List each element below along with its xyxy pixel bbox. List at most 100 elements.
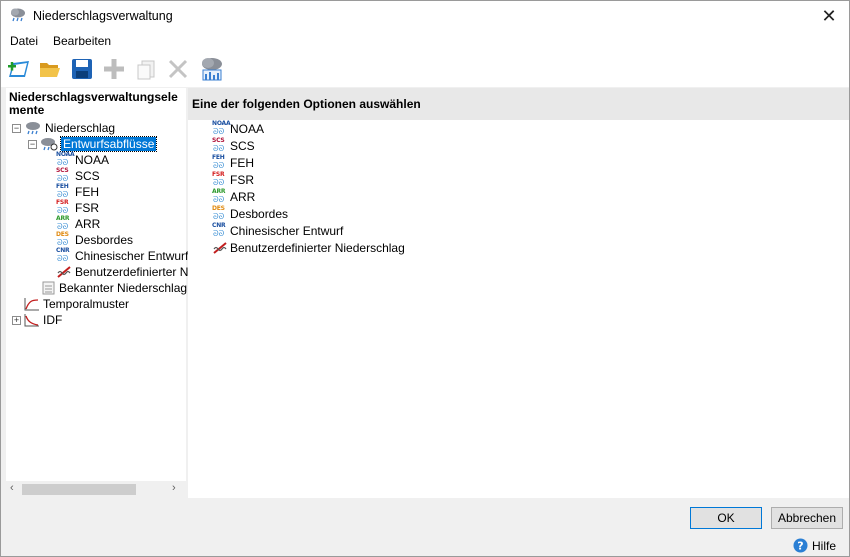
temporal-pattern-icon [24, 298, 39, 311]
expand-idf-icon[interactable]: + [12, 316, 21, 325]
tree-item-bekannter[interactable]: Bekannter Niederschlag [40, 280, 187, 296]
close-icon[interactable]: ✕ [809, 1, 849, 31]
user-defined-rain-icon [213, 241, 227, 254]
tree-header-line2: mente [9, 103, 45, 117]
option-chinesisch[interactable]: CNR ᘐᘐ Chinesischer Entwurf [212, 222, 343, 239]
option-fsr[interactable]: FSR ᘐᘐ FSR [212, 171, 254, 188]
tree-item-label: IDF [43, 313, 63, 327]
chinese-design-icon: CNR ᘐᘐ [212, 221, 226, 238]
tree-item-scs[interactable]: SCS ᘐᘐ SCS [56, 168, 100, 184]
elements-tree-panel: Niederschlagsverwaltungsele mente − Nied… [6, 88, 198, 498]
title-bar: Niederschlagsverwaltung ✕ [1, 1, 849, 31]
precipitation-button[interactable] [198, 55, 226, 83]
fsr-icon: FSR ᘐᘐ [212, 170, 225, 187]
option-label: Benutzerdefinierter Niederschlag [230, 240, 405, 255]
option-label: NOAA [230, 121, 265, 136]
open-button[interactable] [36, 55, 64, 83]
tree-item-label: FEH [75, 185, 99, 199]
help-label: Hilfe [812, 538, 837, 553]
feh-icon: FEH ᘐᘐ [212, 153, 225, 170]
chinese-design-icon: CNR ᘐᘐ [56, 247, 70, 264]
menu-bar: Datei Bearbeiten [1, 31, 849, 51]
options-header: Eine der folgenden Optionen auswählen [188, 88, 849, 120]
feh-icon: FEH ᘐᘐ [56, 183, 69, 200]
help-link[interactable]: ? Hilfe [793, 538, 836, 553]
copy-button[interactable] [132, 55, 160, 83]
help-icon: ? [793, 538, 808, 553]
arr-icon: ARR ᘐᘐ [56, 215, 70, 232]
noaa-icon: NOAA ᘐᘐ [212, 119, 231, 136]
tree-item-label: Chinesischer Entwurf [75, 249, 189, 263]
option-arr[interactable]: ARR ᘐᘐ ARR [212, 188, 255, 205]
option-label: Desbordes [230, 206, 289, 221]
tree-item-chinesisch[interactable]: CNR ᘐᘐ Chinesischer Entwurf [56, 248, 188, 264]
desbordes-icon: DES ᘐᘐ [212, 204, 225, 221]
rain-gauge-icon [202, 58, 222, 81]
tree-item-feh[interactable]: FEH ᘐᘐ FEH [56, 184, 99, 200]
known-rain-icon [42, 281, 55, 295]
new-icon [8, 61, 29, 77]
tree-item-label: NOAA [75, 153, 110, 167]
rain-cloud-icon [9, 7, 27, 26]
add-button[interactable] [100, 55, 128, 83]
idf-curve-icon [24, 314, 39, 327]
tree-item-entwurfsabfluesse[interactable]: Entwurfsabflüsse [40, 136, 158, 152]
option-noaa[interactable]: NOAA ᘐᘐ NOAA [212, 120, 264, 137]
tree-item-label: FSR [75, 201, 99, 215]
tree-item-desbordes[interactable]: DES ᘐᘐ Desbordes [56, 232, 133, 248]
copy-icon [137, 60, 155, 80]
scrollbar-thumb[interactable] [22, 484, 136, 495]
tree-item-label: Bekannter Niederschlag [59, 281, 188, 295]
plus-icon [104, 59, 124, 79]
menu-bearbeiten[interactable]: Bearbeiten [53, 34, 111, 48]
arr-icon: ARR ᘐᘐ [212, 187, 226, 204]
delete-button[interactable] [164, 55, 192, 83]
window-title: Niederschlagsverwaltung [33, 9, 173, 23]
option-label: ARR [230, 189, 256, 204]
option-desbordes[interactable]: DES ᘐᘐ Desbordes [212, 205, 288, 222]
option-feh[interactable]: FEH ᘐᘐ FEH [212, 154, 254, 171]
save-icon [72, 59, 92, 79]
option-scs[interactable]: SCS ᘐᘐ SCS [212, 137, 255, 154]
scroll-left-icon[interactable]: ‹ [10, 482, 14, 494]
option-label: FSR [230, 172, 254, 187]
option-benutzerdefiniert[interactable]: Benutzerdefinierter Niederschlag [212, 239, 405, 256]
rain-cloud-icon [26, 122, 40, 135]
tree-item-label-selected: Entwurfsabflüsse [59, 136, 158, 152]
option-label: SCS [230, 138, 255, 153]
tree-item-fsr[interactable]: FSR ᘐᘐ FSR [56, 200, 99, 216]
design-rain-icon [41, 138, 58, 151]
tree-horizontal-scrollbar[interactable]: ‹ › [6, 481, 186, 498]
tree-item-label: ARR [75, 217, 101, 231]
folder-open-icon [40, 63, 60, 77]
tree-item-benutzerdefiniert[interactable]: Benutzerdefinierter Nie [56, 264, 198, 280]
tree-item-noaa[interactable]: NOAA ᘐᘐ NOAA [56, 152, 109, 168]
save-button[interactable] [68, 55, 96, 83]
tree-item-label: SCS [75, 169, 100, 183]
options-panel: Eine der folgenden Optionen auswählen NO… [188, 88, 849, 498]
scs-icon: SCS ᘐᘐ [56, 167, 69, 184]
cancel-button[interactable]: Abbrechen [771, 507, 843, 529]
tree-item-niederschlag[interactable]: Niederschlag [24, 120, 115, 136]
new-button[interactable] [5, 55, 33, 83]
tree-item-label: Temporalmuster [43, 297, 130, 311]
noaa-icon: NOAA ᘐᘐ [56, 151, 75, 168]
tree-item-label: Benutzerdefinierter Nie [75, 265, 198, 279]
collapse-niederschlag-icon[interactable]: − [12, 124, 21, 133]
tree-item-temporalmuster[interactable]: Temporalmuster [24, 296, 129, 312]
option-label: Chinesischer Entwurf [230, 223, 344, 238]
tree-item-arr[interactable]: ARR ᘐᘐ ARR [56, 216, 100, 232]
scroll-right-icon[interactable]: › [172, 482, 176, 494]
dialog-window: Niederschlagsverwaltung ✕ Datei Bearbeit… [0, 0, 850, 557]
tree-item-label: Niederschlag [45, 121, 116, 135]
tree-item-label: Desbordes [75, 233, 134, 247]
tree-item-idf[interactable]: IDF [24, 312, 62, 328]
user-defined-rain-icon [57, 266, 71, 278]
desbordes-icon: DES ᘐᘐ [56, 231, 69, 248]
collapse-entwurf-icon[interactable]: − [28, 140, 37, 149]
delete-icon [168, 59, 188, 79]
menu-datei[interactable]: Datei [10, 34, 38, 48]
ok-button[interactable]: OK [690, 507, 762, 529]
option-label: FEH [230, 155, 254, 170]
tree-header: Niederschlagsverwaltungsele mente [6, 88, 186, 120]
